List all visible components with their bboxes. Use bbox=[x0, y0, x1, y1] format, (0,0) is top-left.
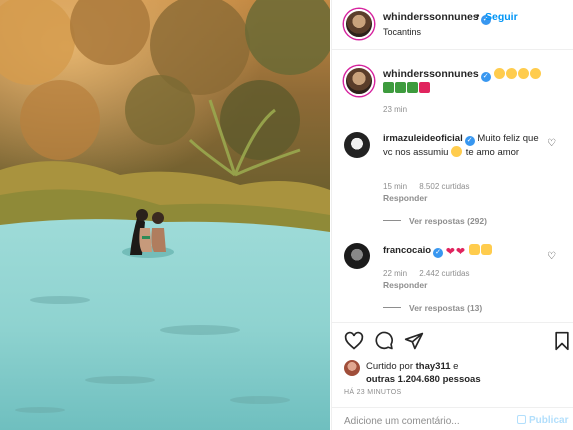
comment-form: Publicar bbox=[332, 407, 573, 430]
praying-hands-emoji-icon bbox=[468, 244, 480, 255]
view-replies-button[interactable]: Ver respostas (13) bbox=[383, 303, 482, 313]
commenter-username[interactable]: irmazuleideoficial bbox=[383, 133, 463, 144]
verified-icon: ✓ bbox=[433, 248, 444, 258]
comment-like-heart-icon[interactable]: ♡ bbox=[547, 138, 556, 149]
comment-body-end: te amo amor bbox=[465, 147, 520, 158]
view-replies-button[interactable]: Ver respostas (292) bbox=[383, 216, 487, 226]
hut-emoji-icon bbox=[407, 82, 418, 93]
likes-prefix: Curtido por bbox=[366, 361, 413, 372]
comment-meta: 15 min 8.502 curtidas bbox=[383, 182, 480, 191]
post-image bbox=[0, 0, 330, 430]
post-header: whinderssonnunes ✓ • Seguir Tocantins bbox=[332, 0, 573, 50]
comment-time: 22 min bbox=[383, 269, 408, 278]
view-replies-label[interactable]: Ver respostas (13) bbox=[409, 303, 482, 313]
comment-likes-count[interactable]: 2.442 curtidas bbox=[419, 269, 469, 278]
heart-icon[interactable] bbox=[344, 331, 364, 351]
commenter-avatar[interactable] bbox=[344, 132, 370, 158]
liker-username[interactable]: thay311 bbox=[416, 361, 451, 372]
publish-button[interactable]: Publicar bbox=[517, 415, 568, 426]
post-photo[interactable] bbox=[0, 0, 330, 430]
likes-others-count[interactable]: outras 1.204.680 pessoas bbox=[366, 374, 481, 385]
author-username-text[interactable]: whinderssonnunes bbox=[383, 11, 479, 23]
caption-time: 23 min bbox=[383, 105, 408, 114]
plant-emoji-icon bbox=[395, 82, 406, 93]
comment-input[interactable] bbox=[344, 413, 504, 429]
replies-line bbox=[383, 220, 401, 221]
comment-reply-button[interactable]: Responder bbox=[383, 280, 427, 290]
replies-line bbox=[383, 307, 401, 308]
caption-author-username-text[interactable]: whinderssonnunes bbox=[383, 68, 479, 80]
comment-text: francocaio ✓ ❤❤ bbox=[383, 244, 548, 258]
caption-author-username[interactable]: whinderssonnunes ✓ bbox=[383, 68, 542, 82]
bookmark-icon[interactable] bbox=[552, 331, 572, 351]
post-side-panel: whinderssonnunes ✓ • Seguir Tocantins whi… bbox=[331, 0, 573, 430]
post-location[interactable]: Tocantins bbox=[383, 27, 421, 37]
verified-icon: ✓ bbox=[464, 136, 475, 146]
comment-likes-count[interactable]: 8.502 curtidas bbox=[419, 182, 469, 191]
post-actions: Curtido por thay311 e outras 1.204.680 p… bbox=[332, 322, 573, 430]
view-replies-label[interactable]: Ver respostas (292) bbox=[409, 216, 487, 226]
sweat-smile-emoji-icon bbox=[517, 68, 529, 79]
comment-time: 15 min bbox=[383, 182, 408, 191]
commenter-avatar[interactable] bbox=[344, 243, 370, 269]
author-username[interactable]: whinderssonnunes ✓ bbox=[383, 11, 491, 25]
comment-icon[interactable] bbox=[374, 331, 394, 351]
follow-button[interactable]: Seguir bbox=[485, 11, 518, 23]
red-heart-emoji-icon: ❤ bbox=[455, 246, 466, 258]
publish-label[interactable]: Publicar bbox=[529, 415, 568, 426]
heart-eyes-emoji-icon bbox=[451, 146, 463, 157]
smiling-face-emoji-icon bbox=[493, 68, 505, 79]
comment-text: irmazuleideoficial ✓ Muito feliz que vc n… bbox=[383, 132, 548, 160]
publish-icon bbox=[517, 415, 526, 424]
comment-meta: 22 min 2.442 curtidas bbox=[383, 269, 480, 278]
couple-emoji-icon bbox=[419, 82, 430, 93]
share-icon[interactable] bbox=[404, 331, 424, 351]
post-timestamp[interactable]: HÁ 23 MINUTOS bbox=[344, 389, 401, 396]
verified-icon: ✓ bbox=[480, 72, 491, 82]
likes-text: Curtido por thay311 e outras 1.204.680 p… bbox=[366, 360, 566, 386]
header-separator: • bbox=[476, 11, 480, 22]
commenter-username[interactable]: francocaio bbox=[383, 245, 431, 256]
clover-emoji-icon bbox=[383, 82, 394, 93]
red-heart-emoji-icon: ❤ bbox=[445, 246, 455, 258]
likes-conjunction: e bbox=[453, 361, 459, 372]
grinning-face-emoji-icon bbox=[505, 68, 517, 79]
author-avatar[interactable] bbox=[344, 9, 374, 39]
caption-emoji-row bbox=[383, 82, 431, 94]
liker-avatar[interactable] bbox=[344, 360, 360, 376]
comment-like-heart-icon[interactable]: ♡ bbox=[547, 251, 556, 262]
comment-reply-button[interactable]: Responder bbox=[383, 193, 427, 203]
tongue-face-emoji-icon bbox=[529, 68, 541, 79]
caption-author-avatar[interactable] bbox=[344, 66, 374, 96]
praying-hands-emoji-icon bbox=[480, 244, 492, 255]
